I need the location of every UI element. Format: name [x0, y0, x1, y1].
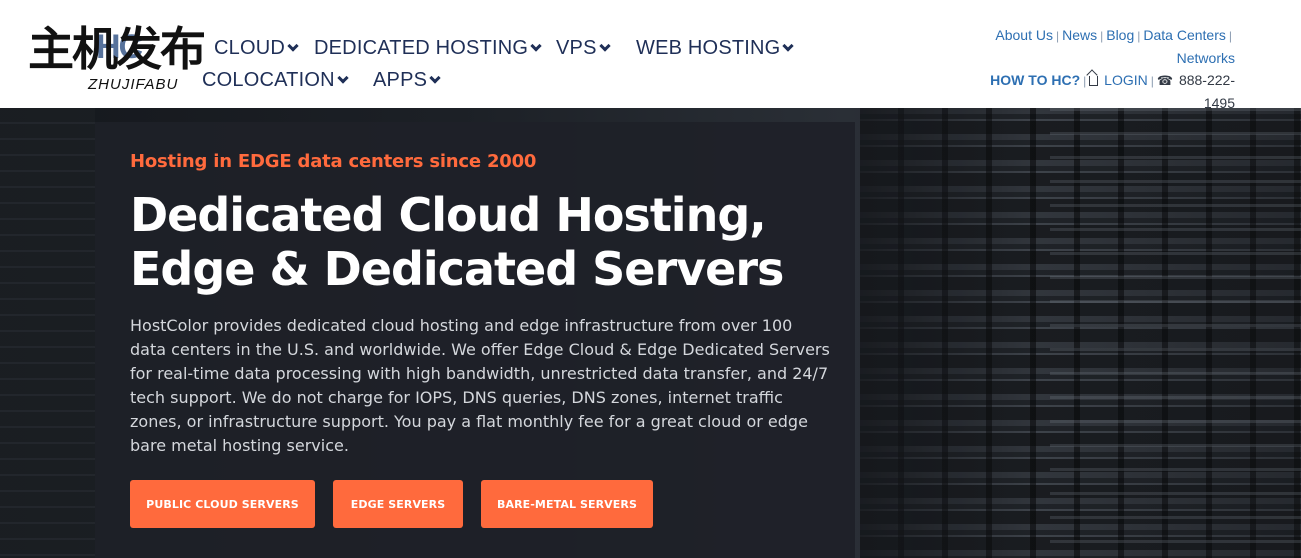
hero-headline-line-2: Edge & Dedicated Servers	[130, 242, 784, 296]
nav-item-label: CLOUD	[214, 37, 286, 59]
chevron-down-icon	[530, 40, 542, 52]
nav-item-colocation[interactable]: COLOCATION	[202, 69, 349, 92]
nav-item-cloud[interactable]: CLOUD	[214, 37, 299, 60]
link-separator: |	[1083, 74, 1087, 88]
chevron-down-icon	[337, 72, 349, 84]
nav-item-label: WEB HOSTING	[636, 37, 781, 59]
hero-headline: Dedicated Cloud Hosting, Edge & Dedicate…	[130, 188, 850, 296]
server-rack-highlights	[1050, 108, 1301, 558]
home-icon	[1089, 76, 1099, 86]
public-cloud-servers-button[interactable]: PUBLIC CLOUD SERVERS	[130, 480, 315, 528]
nav-item-label: COLOCATION	[202, 69, 335, 91]
nav-item-web-hosting[interactable]: WEB HOSTING	[636, 37, 795, 60]
link-networks[interactable]: Networks	[1177, 50, 1235, 66]
link-news[interactable]: News	[1062, 27, 1097, 43]
link-separator: |	[1137, 29, 1141, 43]
link-how-to-hc[interactable]: HOW TO HC?	[990, 72, 1080, 88]
link-separator: |	[1055, 29, 1060, 43]
link-login[interactable]: LOGIN	[1104, 72, 1148, 88]
link-separator: |	[1100, 29, 1104, 43]
chevron-down-icon	[429, 72, 441, 84]
chevron-down-icon	[782, 40, 795, 52]
nav-item-label: APPS	[373, 69, 428, 91]
watermark-cn-text: 主机发布	[28, 22, 206, 76]
hero-headline-line-1: Dedicated Cloud Hosting,	[130, 188, 767, 242]
bare-metal-servers-button[interactable]: BARE-METAL SERVERS	[481, 480, 653, 528]
link-blog[interactable]: Blog	[1106, 27, 1134, 43]
edge-servers-button[interactable]: EDGE SERVERS	[333, 480, 463, 528]
watermark-en-text: ZHUJIFABU	[88, 76, 179, 93]
server-rack-image-left	[0, 108, 95, 558]
chevron-down-icon	[598, 40, 611, 52]
chevron-down-icon	[287, 40, 299, 52]
link-separator: |	[1228, 29, 1232, 43]
nav-item-label: DEDICATED HOSTING	[314, 37, 529, 59]
phone-number: 888-222-1495	[1178, 72, 1235, 111]
hero-description: HostColor provides dedicated cloud hosti…	[130, 316, 830, 455]
nav-item-label: VPS	[556, 37, 597, 59]
link-separator: |	[1150, 74, 1154, 88]
nav-item-apps[interactable]: APPS	[373, 69, 441, 92]
phone-icon: ☎	[1156, 73, 1174, 88]
utility-links: About Us | News | Blog | Data Centers | Network…	[985, 24, 1235, 114]
nav-item-vps[interactable]: VPS	[556, 37, 611, 60]
nav-item-dedicated-hosting[interactable]: DEDICATED HOSTING	[314, 37, 542, 60]
hero-eyebrow: Hosting in EDGE data centers since 2000	[130, 151, 537, 172]
site-header: HC 主机发布 ZHUJIFABU CLOUD DEDICATED HOSTIN…	[0, 0, 1301, 111]
link-about-us[interactable]: About Us	[995, 27, 1053, 43]
link-data-centers[interactable]: Data Centers	[1143, 27, 1225, 43]
